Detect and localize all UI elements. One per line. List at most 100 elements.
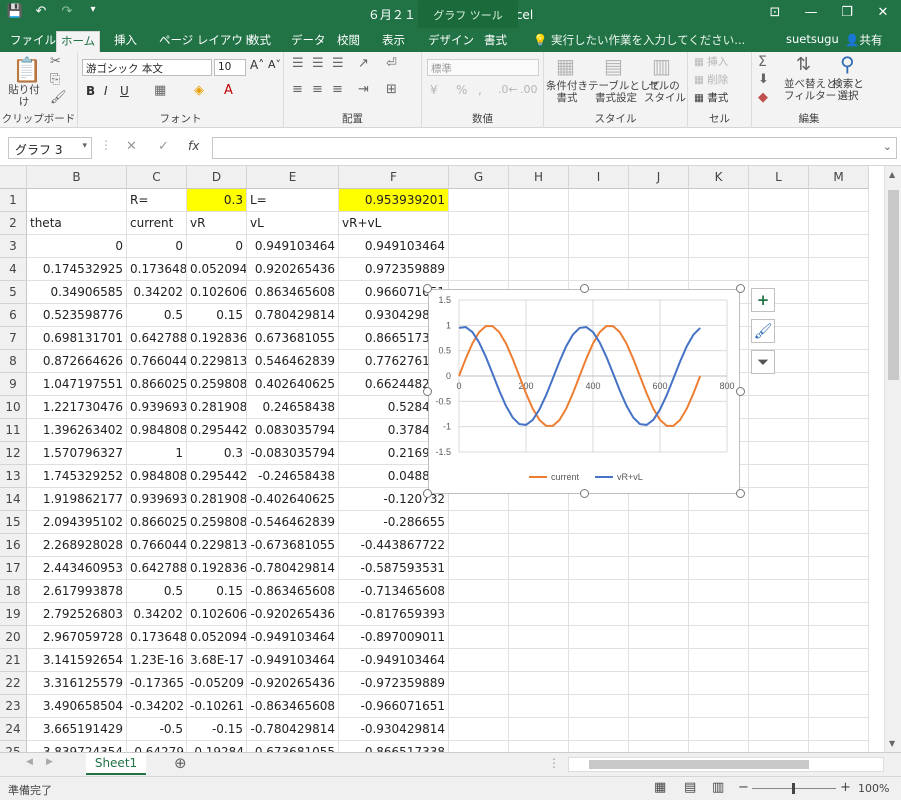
resize-handle[interactable]: [580, 489, 589, 498]
cell-f20[interactable]: -0.897009011: [339, 626, 449, 649]
cell-d6[interactable]: 0.15: [187, 304, 247, 327]
cell-m5[interactable]: [809, 281, 869, 304]
tell-me-box[interactable]: 💡 実行したい作業を入力してください...: [533, 32, 745, 48]
cell-e2[interactable]: vL: [247, 212, 339, 235]
cell-i18[interactable]: [569, 580, 629, 603]
cell-m20[interactable]: [809, 626, 869, 649]
cell-f3[interactable]: 0.949103464: [339, 235, 449, 258]
row-header[interactable]: 4: [0, 258, 27, 281]
cell-b14[interactable]: 1.919862177: [27, 488, 127, 511]
column-header-j[interactable]: J: [629, 166, 689, 189]
cell-c21[interactable]: 1.23E-16: [127, 649, 187, 672]
cell-c11[interactable]: 0.984808: [127, 419, 187, 442]
row-header[interactable]: 5: [0, 281, 27, 304]
cell-m12[interactable]: [809, 442, 869, 465]
tab-formulas[interactable]: 数式: [244, 31, 275, 52]
currency-icon[interactable]: ¥: [430, 83, 438, 97]
resize-handle[interactable]: [580, 284, 589, 293]
cell-d25[interactable]: -0.19284: [187, 741, 247, 752]
cell-c25[interactable]: -0.64279: [127, 741, 187, 752]
cell-h18[interactable]: [509, 580, 569, 603]
column-header-b[interactable]: B: [27, 166, 127, 189]
column-header-l[interactable]: L: [749, 166, 809, 189]
cell-c3[interactable]: 0: [127, 235, 187, 258]
cell-f21[interactable]: -0.949103464: [339, 649, 449, 672]
cell-f2[interactable]: vR+vL: [339, 212, 449, 235]
cell-l23[interactable]: [749, 695, 809, 718]
cell-f23[interactable]: -0.966071651: [339, 695, 449, 718]
cell-e20[interactable]: -0.949103464: [247, 626, 339, 649]
cell-d5[interactable]: 0.102606: [187, 281, 247, 304]
cell-m15[interactable]: [809, 511, 869, 534]
cell-i24[interactable]: [569, 718, 629, 741]
cell-d17[interactable]: 0.192836: [187, 557, 247, 580]
cell-c6[interactable]: 0.5: [127, 304, 187, 327]
cell-i17[interactable]: [569, 557, 629, 580]
cell-d14[interactable]: 0.281908: [187, 488, 247, 511]
tab-page-layout[interactable]: ページ レイアウト: [155, 31, 258, 52]
align-bottom-icon[interactable]: ☰: [332, 56, 344, 71]
cancel-icon[interactable]: ✕: [126, 139, 137, 154]
cell-b16[interactable]: 2.268928028: [27, 534, 127, 557]
cell-b25[interactable]: 3.839724354: [27, 741, 127, 752]
cell-k25[interactable]: [689, 741, 749, 752]
cell-d8[interactable]: 0.229813: [187, 350, 247, 373]
tab-format[interactable]: 書式: [480, 31, 511, 52]
cell-d3[interactable]: 0: [187, 235, 247, 258]
cell-b3[interactable]: 0: [27, 235, 127, 258]
cell-g24[interactable]: [449, 718, 509, 741]
resize-handle[interactable]: [736, 387, 745, 396]
cell-l10[interactable]: [749, 396, 809, 419]
cell-m19[interactable]: [809, 603, 869, 626]
cell-j3[interactable]: [629, 235, 689, 258]
cell-c12[interactable]: 1: [127, 442, 187, 465]
cell-g2[interactable]: [449, 212, 509, 235]
cell-c4[interactable]: 0.173648: [127, 258, 187, 281]
search-icon[interactable]: ⚲: [840, 52, 855, 76]
cell-l22[interactable]: [749, 672, 809, 695]
cell-l25[interactable]: [749, 741, 809, 752]
cell-d4[interactable]: 0.052094: [187, 258, 247, 281]
cell-l12[interactable]: [749, 442, 809, 465]
cell-d10[interactable]: 0.281908: [187, 396, 247, 419]
cell-i2[interactable]: [569, 212, 629, 235]
cell-h4[interactable]: [509, 258, 569, 281]
format-as-table-icon[interactable]: ▤: [604, 54, 623, 78]
cell-c8[interactable]: 0.766044: [127, 350, 187, 373]
shrink-font-icon[interactable]: A˅: [268, 58, 281, 71]
cell-e25[interactable]: -0.673681055: [247, 741, 339, 752]
cell-f15[interactable]: -0.286655: [339, 511, 449, 534]
cell-g22[interactable]: [449, 672, 509, 695]
cell-h21[interactable]: [509, 649, 569, 672]
cell-j22[interactable]: [629, 672, 689, 695]
zoom-slider-thumb[interactable]: [792, 783, 795, 794]
cell-b13[interactable]: 1.745329252: [27, 465, 127, 488]
cell-e13[interactable]: -0.24658438: [247, 465, 339, 488]
column-header-h[interactable]: H: [509, 166, 569, 189]
cell-k23[interactable]: [689, 695, 749, 718]
italic-icon[interactable]: I: [104, 84, 108, 98]
cell-m1[interactable]: [809, 189, 869, 212]
resize-handle[interactable]: [736, 489, 745, 498]
cell-m23[interactable]: [809, 695, 869, 718]
cell-l16[interactable]: [749, 534, 809, 557]
cell-g20[interactable]: [449, 626, 509, 649]
cell-f4[interactable]: 0.972359889: [339, 258, 449, 281]
enter-icon[interactable]: ✓: [158, 139, 169, 154]
chart-styles-icon[interactable]: 🖌: [751, 319, 775, 343]
cell-d2[interactable]: vR: [187, 212, 247, 235]
normal-view-icon[interactable]: ▦: [654, 780, 666, 795]
cell-g21[interactable]: [449, 649, 509, 672]
row-header[interactable]: 20: [0, 626, 27, 649]
scroll-up-icon[interactable]: ▲: [889, 170, 895, 179]
cell-l17[interactable]: [749, 557, 809, 580]
cell-k15[interactable]: [689, 511, 749, 534]
cell-d1[interactable]: 0.3: [187, 189, 247, 212]
cell-m8[interactable]: [809, 350, 869, 373]
cell-styles-icon[interactable]: ▥: [652, 54, 671, 78]
cell-h1[interactable]: [509, 189, 569, 212]
cell-m6[interactable]: [809, 304, 869, 327]
cell-b21[interactable]: 3.141592654: [27, 649, 127, 672]
cell-j18[interactable]: [629, 580, 689, 603]
border-icon[interactable]: ▦: [154, 83, 166, 98]
